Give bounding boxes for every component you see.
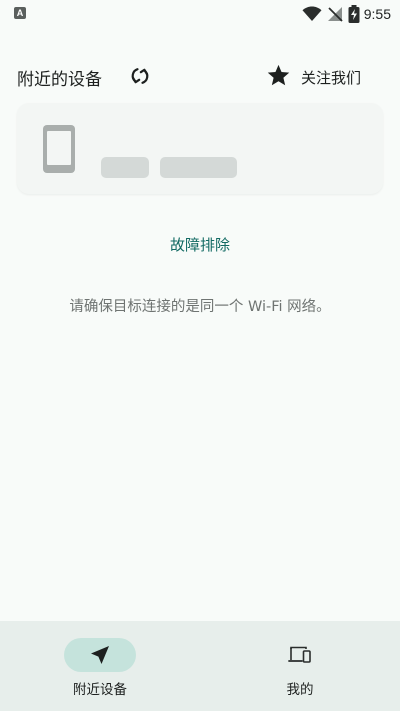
signal-off-icon — [327, 7, 343, 22]
status-time: 9:55 — [363, 6, 391, 22]
nav-label-nearby: 附近设备 — [73, 682, 127, 698]
notification-a-icon: A — [14, 7, 26, 19]
follow-us-link[interactable]: 关注我们 — [301, 67, 361, 88]
nav-item-mine[interactable]: 我的 — [200, 621, 400, 711]
device-card[interactable] — [17, 103, 383, 194]
wifi-hint-text: 请确保目标连接的是同一个 Wi-Fi 网络。 — [69, 299, 331, 315]
status-bar: A 9:55 — [0, 0, 400, 28]
bottom-navigation: 附近设备 我的 — [0, 621, 400, 711]
status-icons: 9:55 — [302, 4, 391, 24]
troubleshoot-link[interactable]: 故障排除 — [0, 234, 400, 255]
devices-icon — [288, 646, 311, 663]
device-detail-placeholder — [160, 157, 237, 178]
page-title: 附近的设备 — [17, 70, 102, 90]
refresh-icon[interactable] — [128, 64, 152, 88]
device-name-placeholder — [101, 157, 149, 178]
battery-charging-icon — [348, 5, 360, 23]
navigation-arrow-icon — [91, 646, 109, 664]
wifi-icon — [302, 6, 322, 21]
nav-item-nearby-devices[interactable]: 附近设备 — [0, 621, 200, 711]
nav-label-mine: 我的 — [286, 682, 314, 698]
header: 附近的设备 关注我们 — [0, 58, 400, 94]
star-icon[interactable] — [266, 63, 291, 88]
smartphone-icon — [43, 125, 75, 173]
